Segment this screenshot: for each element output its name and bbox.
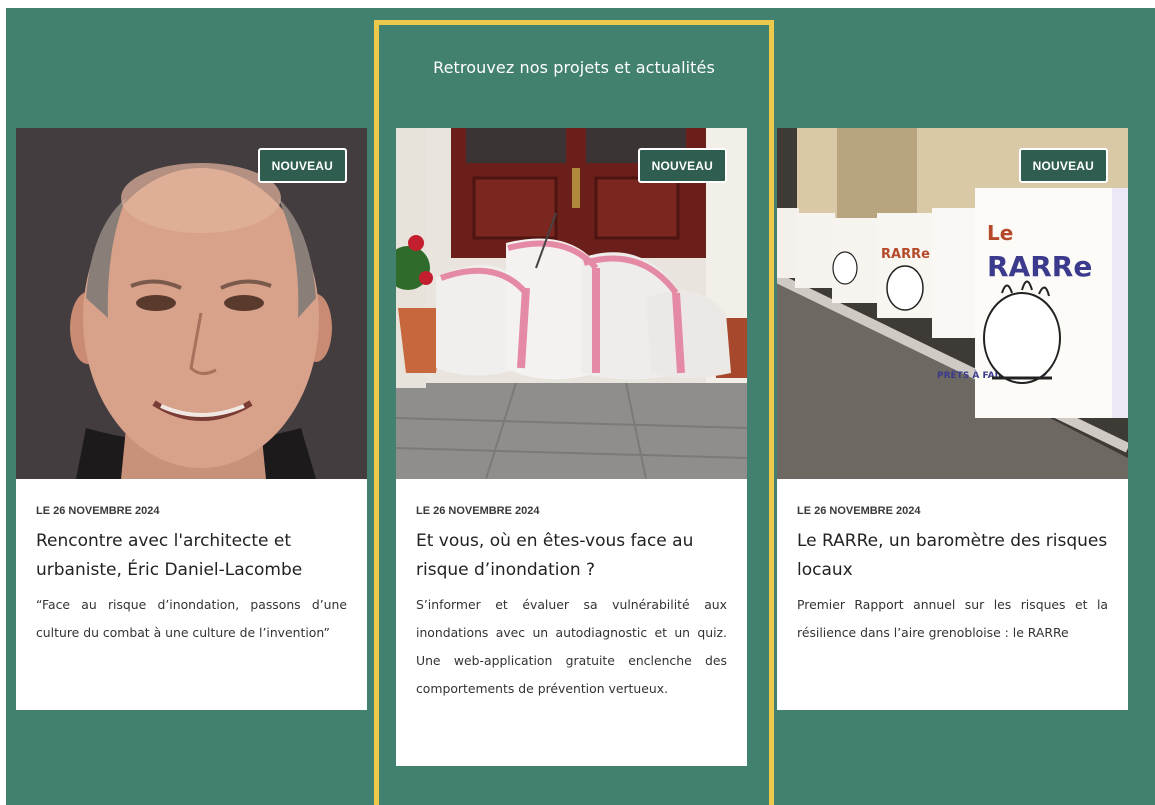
book-title-le: Le — [987, 221, 1013, 245]
new-badge: NOUVEAU — [1018, 148, 1108, 183]
new-badge: NOUVEAU — [637, 148, 727, 183]
card-excerpt: S’informer et évaluer sa vulnérabilité a… — [416, 597, 727, 696]
card-image-reports[interactable]: Le RARRe RARRe PRÊTS À FAIRE FACE ? NOUV… — [777, 128, 1128, 479]
news-card[interactable]: NOUVEAU LE 26 NOVEMBRE 2024 Rencontre av… — [16, 128, 367, 710]
news-card[interactable]: NOUVEAU LE 26 NOVEMBRE 2024 Et vous, où … — [396, 128, 747, 766]
card-title[interactable]: Et vous, où en êtes-vous face au risque … — [416, 527, 727, 585]
card-title[interactable]: Le RARRe, un baromètre des risques locau… — [797, 527, 1108, 585]
news-card[interactable]: Le RARRe RARRe PRÊTS À FAIRE FACE ? NOUV… — [777, 128, 1128, 710]
card-date: LE 26 NOVEMBRE 2024 — [36, 505, 160, 517]
section-title: Retrouvez nos projets et actualités — [433, 58, 715, 77]
new-badge: NOUVEAU — [257, 148, 347, 183]
card-image-portrait[interactable]: NOUVEAU — [16, 128, 367, 479]
card-excerpt: Premier Rapport annuel sur les risques e… — [797, 597, 1108, 640]
card-title[interactable]: Rencontre avec l'architecte et urbaniste… — [36, 527, 347, 585]
card-image-sandbags[interactable]: NOUVEAU — [396, 128, 747, 479]
book-title-small: RARRe — [881, 247, 930, 262]
card-excerpt: “Face au risque d’inondation, passons d’… — [36, 597, 347, 640]
card-date: LE 26 NOVEMBRE 2024 — [416, 505, 540, 517]
book-title-rarre: RARRe — [987, 250, 1092, 283]
card-date: LE 26 NOVEMBRE 2024 — [797, 505, 921, 517]
